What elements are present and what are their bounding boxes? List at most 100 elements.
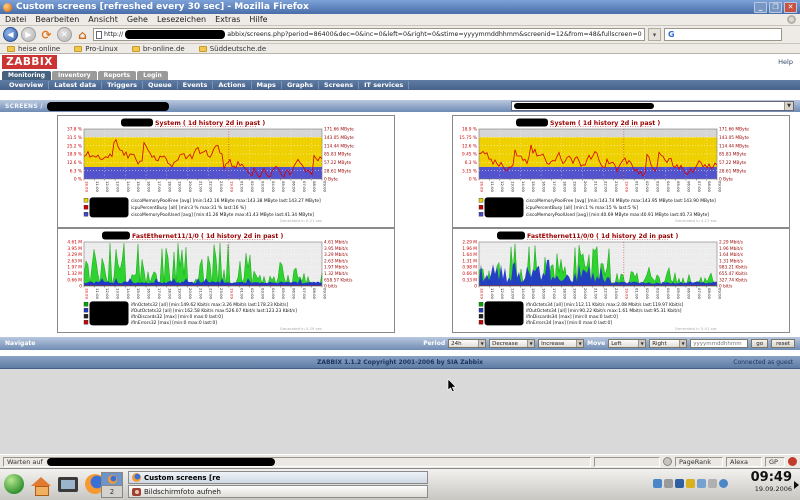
svg-text:04:00: 04:00 [666,181,671,193]
task-screenshot-tool[interactable]: Bildschirmfoto aufneh [128,485,428,498]
graph-panel-cpu-memory-1[interactable]: System ( 1d history 2d in past ) 37.8 % 17… [57,115,395,228]
nav-screens[interactable]: Screens [319,81,360,89]
chevron-down-icon: ▼ [638,340,646,347]
screens-header-bar: SCREENS / ▼ [0,100,800,112]
url-text: abbix/screens.php?period=86400&dec=0&inc… [227,31,642,38]
move-left-select[interactable]: Left ▼ [608,339,647,348]
go-page-button[interactable]: ▾ [648,28,661,41]
decrease-select[interactable]: Decrease ▼ [489,339,536,348]
nav-queue[interactable]: Queue [143,81,178,89]
svg-text:0 %: 0 % [469,177,477,183]
nav-overview[interactable]: Overview [4,81,50,89]
chevron-down-icon: ▼ [576,340,584,347]
svg-text:20:00: 20:00 [583,181,588,193]
firefox-icon [107,474,117,484]
nav-it-services[interactable]: IT services [359,81,410,89]
graph-image-1[interactable]: System ( 1d history 2d in past ) 18.9 % 17… [453,116,791,229]
search-input[interactable]: G [664,28,782,41]
svg-text:01:00: 01:00 [240,288,245,300]
tab-reports[interactable]: Reports [97,71,137,80]
panel-hide-arrow[interactable] [794,481,799,489]
screen-select[interactable]: ▼ [511,101,794,111]
bookmark-bronline[interactable]: br-online.de [131,45,185,53]
maximize-button[interactable]: ❐ [769,1,782,13]
svg-text:19.09: 19.09 [624,288,629,299]
svg-text:22:00: 22:00 [209,288,214,300]
svg-text:327.74 Kbit/s: 327.74 Kbit/s [719,277,748,283]
workspace-switcher[interactable]: 2 [101,472,123,498]
bookmark-heise[interactable]: heise online [7,45,60,53]
menu-lesezeichen[interactable]: Lesezeichen [157,15,206,24]
go-button[interactable]: go [751,339,769,348]
menu-extras[interactable]: Extras [215,15,240,24]
chevron-down-icon: ▼ [478,340,486,347]
tab-login[interactable]: Login [137,71,168,80]
task-custom-screens[interactable]: Custom screens [re [128,471,428,484]
tab-monitoring[interactable]: Monitoring [2,71,51,80]
alexa-widget[interactable]: Alexa [726,456,762,467]
graph-image-2[interactable]: FastEthernet11/1/0 ( 1d history 2d in pa… [58,229,396,334]
home-launcher[interactable] [30,473,52,496]
move-right-select[interactable]: Right ▼ [649,339,688,348]
svg-text:15:00: 15:00 [531,288,536,300]
tray-icon[interactable] [675,479,684,488]
menu-hilfe[interactable]: Hilfe [249,15,267,24]
graph-image-0[interactable]: System ( 1d history 2d in past ) 37.8 % 17… [58,116,396,229]
minimize-button[interactable]: _ [754,1,767,13]
svg-text:05:00: 05:00 [676,288,681,300]
nav-events[interactable]: Events [178,81,214,89]
nav-latest-data[interactable]: Latest data [49,81,103,89]
tab-inventory[interactable]: Inventory [52,71,97,80]
graph-panel-traffic-2[interactable]: FastEthernet11/0/0 ( 1d history 2d in pa… [452,228,790,333]
stop-button[interactable]: ✕ [57,27,72,42]
svg-text:15:00: 15:00 [531,181,536,193]
system-tray [653,479,728,488]
nav-maps[interactable]: Maps [252,81,282,89]
status-circle-icon[interactable] [663,457,672,466]
screenshot-launcher[interactable] [57,473,79,495]
close-button[interactable]: ✕ [784,1,797,13]
back-button[interactable]: ◀ [3,27,18,42]
red-status-icon[interactable] [788,457,797,466]
graph-image-3[interactable]: FastEthernet11/0/0 ( 1d history 2d in pa… [453,229,791,334]
url-bar[interactable]: http:// abbix/screens.php?period=86400&d… [93,28,645,41]
workspace-2[interactable]: 2 [102,485,122,497]
clock-date: 19.09.2006 [754,485,792,493]
menu-ansicht[interactable]: Ansicht [88,15,118,24]
tray-icon[interactable] [686,479,695,488]
pagerank-widget[interactable]: PageRank [675,456,723,467]
svg-text:143.05 MByte: 143.05 MByte [324,135,354,141]
graph-panel-cpu-memory-2[interactable]: System ( 1d history 2d in past ) 18.9 % 17… [452,115,790,228]
graph-panel-traffic-1[interactable]: FastEthernet11/1/0 ( 1d history 2d in pa… [57,228,395,333]
bookmark-sueddeutsche[interactable]: Süddeutsche.de [198,45,266,53]
home-button[interactable]: ⌂ [75,28,90,42]
menu-gehe[interactable]: Gehe [127,15,148,24]
gp-widget[interactable]: GP [765,456,785,467]
nav-actions[interactable]: Actions [213,81,252,89]
svg-text:ciscoMemoryPoolFree [avg] [min: ciscoMemoryPoolFree [avg] [min:143.74 MB… [526,198,716,204]
tray-icon[interactable] [664,479,673,488]
menu-datei[interactable]: Datei [5,15,26,24]
tray-icon[interactable] [708,479,717,488]
bookmark-prolinux[interactable]: Pro-Linux [74,45,118,53]
increase-select[interactable]: Increase ▼ [538,339,585,348]
camera-icon [132,487,141,496]
tray-icon[interactable] [697,479,706,488]
reload-button[interactable]: ⟳ [39,28,54,42]
forward-button[interactable]: ▶ [21,27,36,42]
workspace-1[interactable] [102,473,122,485]
reset-button[interactable]: reset [771,339,795,348]
page-background [0,369,800,454]
stime-input[interactable]: yyyymmddhhmm [690,339,749,348]
tray-icon[interactable] [653,479,662,488]
menu-bearbeiten[interactable]: Bearbeiten [35,15,79,24]
period-select[interactable]: 24h ▼ [448,339,487,348]
url-dropdown-arrow[interactable]: ▼ [643,29,644,40]
tray-icon[interactable] [719,479,728,488]
web-browser-launcher[interactable] [3,473,25,495]
clock-applet[interactable]: 09:49 19.09.2006 [751,471,792,494]
nav-graphs[interactable]: Graphs [282,81,320,89]
bookmarks-bar: heise online Pro-Linux br-online.de Südd… [0,44,800,54]
nav-triggers[interactable]: Triggers [102,81,144,89]
help-link[interactable]: Help [778,58,793,66]
